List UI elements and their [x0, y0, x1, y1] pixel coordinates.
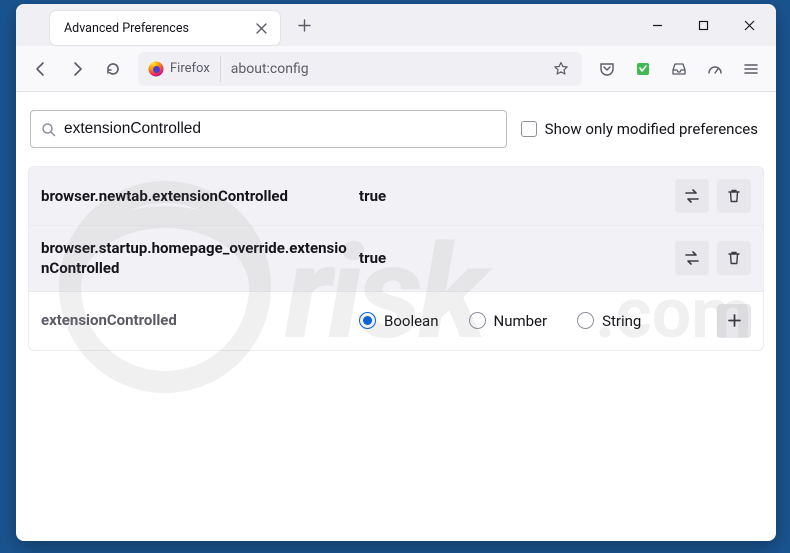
- pref-search-box[interactable]: [30, 110, 507, 148]
- browser-window: Advanced Preferences: [16, 4, 776, 541]
- plus-icon: [298, 19, 311, 32]
- swap-icon: [683, 187, 701, 205]
- about-config-content: Show only modified preferences browser.n…: [16, 92, 776, 541]
- pref-name: browser.newtab.extensionControlled: [41, 186, 349, 206]
- radio-label: Boolean: [384, 312, 439, 330]
- radio-label: String: [602, 312, 641, 330]
- radio-icon: [359, 312, 376, 329]
- reload-button[interactable]: [96, 53, 130, 85]
- back-button[interactable]: [24, 53, 58, 85]
- search-icon: [41, 122, 56, 137]
- new-tab-button[interactable]: [290, 11, 318, 39]
- tab-title: Advanced Preferences: [64, 21, 252, 36]
- window-controls: [634, 4, 772, 46]
- titlebar: Advanced Preferences: [16, 4, 776, 46]
- radio-label: Number: [494, 312, 548, 330]
- arrow-right-icon: [69, 61, 85, 77]
- puzzle-icon: [635, 61, 651, 77]
- firefox-logo-icon: [148, 61, 164, 77]
- radio-string[interactable]: String: [577, 312, 641, 330]
- tab-close-button[interactable]: [252, 19, 270, 37]
- arrow-left-icon: [33, 61, 49, 77]
- pocket-icon: [599, 61, 615, 77]
- pref-row[interactable]: browser.newtab.extensionControlled true: [29, 167, 763, 226]
- dashboard-button[interactable]: [698, 53, 732, 85]
- gauge-icon: [707, 61, 723, 77]
- plus-icon: [727, 313, 742, 328]
- hamburger-icon: [743, 61, 759, 77]
- new-pref-row: extensionControlled Boolean Number Strin…: [29, 292, 763, 350]
- trash-icon: [726, 188, 742, 204]
- results-table: browser.newtab.extensionControlled true …: [28, 166, 764, 351]
- reload-icon: [105, 61, 121, 77]
- maximize-icon: [698, 20, 709, 31]
- pref-value: true: [359, 249, 665, 267]
- new-pref-name: extensionControlled: [41, 310, 349, 330]
- add-pref-button[interactable]: [717, 304, 751, 338]
- radio-icon: [577, 312, 594, 329]
- pref-search-input[interactable]: [64, 120, 496, 138]
- pref-value: true: [359, 187, 665, 205]
- pref-name: browser.startup.homepage_override.extens…: [41, 238, 349, 279]
- toolbar-right-icons: [590, 53, 768, 85]
- toggle-button[interactable]: [675, 241, 709, 275]
- checkbox-icon: [521, 121, 537, 137]
- nav-toolbar: Firefox about:config: [16, 46, 776, 92]
- show-modified-checkbox[interactable]: Show only modified preferences: [521, 120, 762, 138]
- pocket-button[interactable]: [590, 53, 624, 85]
- inbox-icon: [671, 61, 687, 77]
- minimize-button[interactable]: [634, 4, 680, 46]
- identity-box[interactable]: Firefox: [144, 56, 221, 82]
- extension-button[interactable]: [626, 53, 660, 85]
- pref-row[interactable]: browser.startup.homepage_override.extens…: [29, 226, 763, 292]
- radio-icon: [469, 312, 486, 329]
- close-window-button[interactable]: [726, 4, 772, 46]
- star-icon: [553, 61, 569, 77]
- bookmark-star-button[interactable]: [546, 61, 576, 77]
- radio-number[interactable]: Number: [469, 312, 548, 330]
- swap-icon: [683, 249, 701, 267]
- url-text: about:config: [221, 61, 546, 77]
- app-menu-button[interactable]: [734, 53, 768, 85]
- trash-icon: [726, 250, 742, 266]
- url-bar[interactable]: Firefox about:config: [138, 52, 582, 86]
- close-icon: [744, 20, 755, 31]
- radio-boolean[interactable]: Boolean: [359, 312, 439, 330]
- close-icon: [256, 23, 267, 34]
- checkbox-label: Show only modified preferences: [545, 120, 758, 138]
- minimize-icon: [652, 20, 663, 31]
- identity-label: Firefox: [170, 61, 210, 76]
- type-radio-group: Boolean Number String: [359, 312, 707, 330]
- maximize-button[interactable]: [680, 4, 726, 46]
- tab-advanced-preferences[interactable]: Advanced Preferences: [50, 11, 280, 45]
- toggle-button[interactable]: [675, 179, 709, 213]
- delete-button[interactable]: [717, 179, 751, 213]
- delete-button[interactable]: [717, 241, 751, 275]
- inbox-button[interactable]: [662, 53, 696, 85]
- forward-button[interactable]: [60, 53, 94, 85]
